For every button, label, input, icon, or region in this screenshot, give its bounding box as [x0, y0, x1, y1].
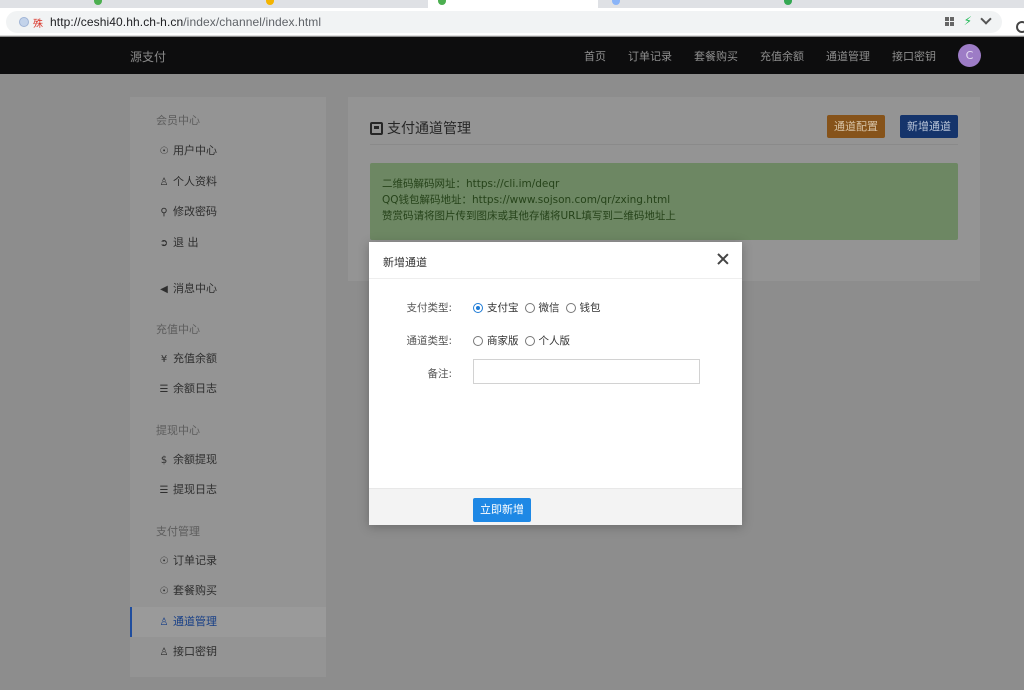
pay-type-radio-group: 支付宝 微信 钱包	[473, 300, 601, 315]
search-icon[interactable]	[1016, 21, 1024, 33]
avatar[interactable]: C	[958, 44, 981, 67]
sidebar-item-recharge-balance[interactable]: ¥ 充值余额	[130, 344, 326, 374]
browser-tab[interactable]	[262, 0, 412, 8]
radio-unchecked-icon	[473, 335, 483, 346]
sidebar: 会员中心 ☉ 用户中心 ♙ 个人资料 ⚲ 修改密码 ➲ 退 出 ◀ 消息中心 充值中心 ¥…	[130, 97, 326, 677]
divider	[370, 144, 958, 145]
nav-orders[interactable]: 订单记录	[628, 48, 672, 64]
dollar-icon: $	[160, 455, 168, 466]
notice-line: 赞赏码请将图片传到图床或其他存储将URL填写到二维码地址上	[382, 210, 676, 222]
submit-button[interactable]: 立即新增	[473, 498, 531, 522]
sidebar-item-change-password[interactable]: ⚲ 修改密码	[130, 197, 326, 227]
close-icon[interactable]	[716, 252, 730, 266]
tab-favicon-icon	[94, 0, 102, 5]
radio-unchecked-icon	[524, 335, 535, 346]
sidebar-group-withdraw: 提现中心	[156, 424, 200, 437]
radio-unchecked-icon	[524, 302, 535, 313]
nav-channels[interactable]: 通道管理	[826, 48, 870, 64]
radio-checked-icon	[473, 302, 483, 313]
radio-personal[interactable]: 个人版	[524, 333, 570, 348]
remark-label: 备注:	[427, 368, 452, 380]
sidebar-item-withdraw-log[interactable]: ☰ 提现日志	[130, 475, 326, 505]
pay-type-label: 支付类型:	[406, 302, 452, 314]
sidebar-item-orders[interactable]: ☉ 订单记录	[130, 546, 326, 576]
browser-tab-strip	[0, 0, 1024, 8]
nav-home[interactable]: 首页	[584, 48, 606, 64]
user-circle-icon: ☉	[159, 586, 169, 597]
id-card-icon	[370, 121, 383, 135]
radio-unchecked-icon	[565, 302, 576, 313]
sidebar-item-withdraw[interactable]: $ 余额提现	[130, 445, 326, 475]
list-icon: ☰	[159, 485, 169, 496]
radio-wechat[interactable]: 微信	[524, 300, 560, 315]
key-icon: ⚲	[160, 207, 168, 218]
sidebar-item-channels[interactable]: ♙ 通道管理	[130, 607, 326, 637]
sidebar-item-messages[interactable]: ◀ 消息中心	[130, 274, 326, 304]
globe-icon	[19, 17, 29, 27]
tab-favicon-icon	[266, 0, 274, 5]
user-icon: ♙	[159, 177, 169, 188]
tab-favicon-icon	[784, 0, 792, 5]
list-icon: ☰	[159, 384, 169, 395]
nav-packages[interactable]: 套餐购买	[694, 48, 738, 64]
qr-code-icon[interactable]	[944, 16, 954, 26]
add-channel-dialog: 新增通道 支付类型: 支付宝 微信 钱包 通道类型: 商家版 个人版 备注: 立…	[369, 242, 742, 525]
dialog-footer: 立即新增	[369, 488, 742, 525]
channel-type-row: 通道类型: 商家版 个人版	[369, 330, 742, 350]
pay-type-row: 支付类型: 支付宝 微信 钱包	[369, 297, 742, 317]
channel-type-radio-group: 商家版 个人版	[473, 333, 570, 348]
bullhorn-icon: ◀	[160, 284, 168, 295]
user-circle-icon: ☉	[159, 146, 169, 157]
sidebar-item-profile[interactable]: ♙ 个人资料	[130, 167, 326, 197]
notice-line: QQ钱包解码地址：https://www.sojson.com/qr/zxing…	[382, 194, 671, 206]
nav-links: 首页 订单记录 套餐购买 充值余额 通道管理 接口密钥	[584, 48, 936, 64]
brand-logo[interactable]: 源支付	[130, 48, 166, 65]
radio-merchant[interactable]: 商家版	[473, 333, 519, 348]
nav-recharge[interactable]: 充值余额	[760, 48, 804, 64]
sidebar-item-balance-log[interactable]: ☰ 余额日志	[130, 374, 326, 404]
browser-address-bar: 殊 http://ceshi40.hh.ch-h.cn/index/channe…	[0, 8, 1024, 36]
url-text: http://ceshi40.hh.ch-h.cn/index/channel/…	[50, 15, 322, 29]
user-circle-icon: ☉	[159, 556, 169, 567]
browser-tab[interactable]	[90, 0, 240, 8]
logout-icon: ➲	[159, 238, 169, 249]
remark-input[interactable]	[473, 359, 700, 384]
yen-icon: ¥	[160, 354, 168, 365]
sidebar-group-payment: 支付管理	[156, 525, 200, 538]
sidebar-item-packages[interactable]: ☉ 套餐购买	[130, 576, 326, 606]
dialog-header: 新增通道	[369, 242, 742, 279]
channel-config-button[interactable]: 通道配置	[827, 115, 885, 138]
browser-tab[interactable]	[780, 0, 930, 8]
browser-tab[interactable]	[608, 0, 758, 8]
dialog-title: 新增通道	[383, 256, 427, 269]
notice-line: 二维码解码网址：https://cli.im/deqr	[382, 178, 560, 190]
page-title: 支付通道管理	[370, 118, 471, 138]
sidebar-group-recharge: 充值中心	[156, 323, 200, 336]
insecure-icon: 殊	[33, 19, 43, 30]
sidebar-group-member: 会员中心	[156, 114, 200, 127]
notice-box: 二维码解码网址：https://cli.im/deqr QQ钱包解码地址：htt…	[370, 163, 958, 240]
add-channel-button[interactable]: 新增通道	[900, 115, 958, 138]
user-icon: ♙	[159, 647, 169, 658]
sidebar-item-logout[interactable]: ➲ 退 出	[130, 228, 326, 258]
tab-favicon-icon	[438, 0, 446, 5]
sidebar-item-api-key[interactable]: ♙ 接口密钥	[130, 637, 326, 667]
channel-type-label: 通道类型:	[406, 335, 452, 347]
lightning-icon[interactable]: ⚡	[964, 15, 972, 27]
radio-wallet[interactable]: 钱包	[565, 300, 601, 315]
sidebar-item-user-center[interactable]: ☉ 用户中心	[130, 136, 326, 166]
tab-favicon-icon	[612, 0, 620, 5]
top-navbar: 源支付 首页 订单记录 套餐购买 充值余额 通道管理 接口密钥 C	[0, 37, 1024, 74]
remark-row: 备注:	[369, 359, 742, 384]
browser-tab-active[interactable]	[428, 0, 598, 8]
url-field[interactable]: 殊 http://ceshi40.hh.ch-h.cn/index/channe…	[6, 11, 1002, 33]
nav-api-key[interactable]: 接口密钥	[892, 48, 936, 64]
chevron-down-icon[interactable]	[980, 13, 992, 25]
radio-alipay[interactable]: 支付宝	[473, 300, 519, 315]
user-icon: ♙	[159, 617, 169, 628]
